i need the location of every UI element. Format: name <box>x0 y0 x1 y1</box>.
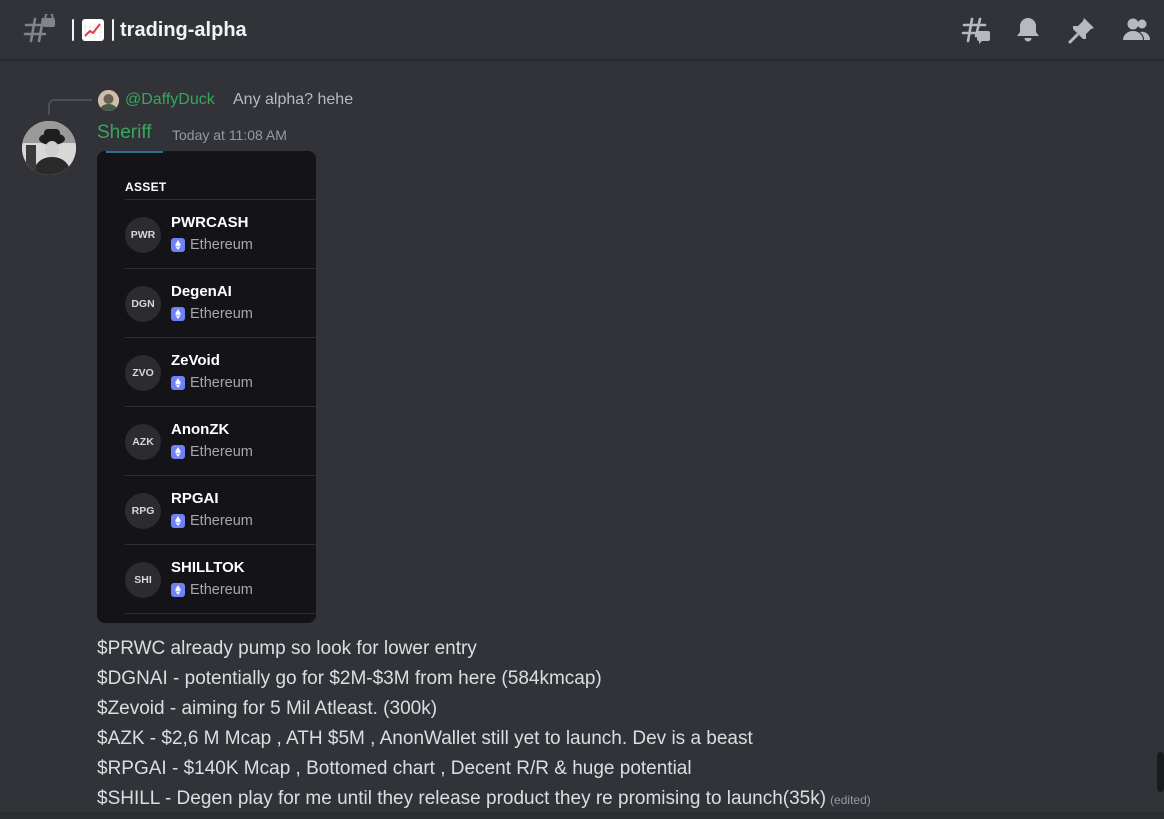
ethereum-icon <box>171 307 185 321</box>
hashtag-lock-icon <box>23 14 55 43</box>
asset-name: ZeVoid <box>171 352 220 369</box>
message-line: $PRWC already pump so look for lower ent… <box>97 638 477 659</box>
message-line: $Zevoid - aiming for 5 Mil Atleast. (300… <box>97 698 438 719</box>
title-divider <box>112 19 114 41</box>
asset-chain: Ethereum <box>171 306 253 322</box>
message-line: $RPGAI - $140K Mcap , Bottomed chart , D… <box>97 758 692 779</box>
asset-row: AZK AnonZK Ethereum <box>125 407 316 476</box>
bell-icon[interactable] <box>1012 14 1044 46</box>
channel-header: trading-alpha <box>0 0 1164 60</box>
edited-label: (edited) <box>830 793 871 807</box>
message-line: $DGNAI - potentially go for $2M-$3M from… <box>97 668 602 689</box>
chart-increasing-emoji <box>82 19 104 41</box>
asset-name: AnonZK <box>171 421 230 438</box>
asset-row: RPG RPGAI Ethereum <box>125 476 316 545</box>
message-line-text: $SHILL - Degen play for me until they re… <box>97 788 827 809</box>
ethereum-icon <box>171 376 185 390</box>
members-icon[interactable] <box>1120 14 1152 46</box>
asset-logo: SHI <box>125 562 161 598</box>
asset-logo: PWR <box>125 217 161 253</box>
message-timestamp: Today at 11:08 AM <box>172 127 287 143</box>
title-divider <box>72 19 74 41</box>
chain-label: Ethereum <box>190 375 253 391</box>
reply-author-mention[interactable]: @DaffyDuck <box>125 91 215 109</box>
chain-label: Ethereum <box>190 582 253 598</box>
asset-row: PWR PWRCASH Ethereum <box>125 200 316 269</box>
ethereum-icon <box>171 583 185 597</box>
asset-column-header: ASSET <box>125 180 167 194</box>
ethereum-icon <box>171 445 185 459</box>
ethereum-icon <box>171 514 185 528</box>
chain-label: Ethereum <box>190 513 253 529</box>
message-line: $AZK - $2,6 M Mcap , ATH $5M , AnonWalle… <box>97 728 753 749</box>
asset-row: ZVO ZeVoid Ethereum <box>125 338 316 407</box>
asset-name: SHILLTOK <box>171 559 245 576</box>
asset-chain: Ethereum <box>171 237 253 253</box>
channel-name: trading-alpha <box>120 18 247 41</box>
message-content: $PRWC already pump so look for lower ent… <box>97 634 871 815</box>
message-author[interactable]: Sheriff <box>97 122 152 144</box>
asset-name: DegenAI <box>171 283 232 300</box>
composer-edge <box>0 812 1164 819</box>
asset-logo: ZVO <box>125 355 161 391</box>
chain-label: Ethereum <box>190 306 253 322</box>
asset-name: PWRCASH <box>171 214 249 231</box>
ethereum-icon <box>171 238 185 252</box>
asset-name: RPGAI <box>171 490 219 507</box>
pin-icon[interactable] <box>1066 14 1098 46</box>
reply-avatar[interactable] <box>98 90 119 111</box>
avatar[interactable] <box>22 121 76 175</box>
reply-spine <box>48 99 92 115</box>
asset-chain: Ethereum <box>171 513 253 529</box>
asset-chain: Ethereum <box>171 582 253 598</box>
embed-accent-line <box>106 151 163 153</box>
threads-icon[interactable] <box>960 14 992 46</box>
scrollbar-thumb[interactable] <box>1157 752 1164 792</box>
asset-logo: RPG <box>125 493 161 529</box>
asset-logo: AZK <box>125 424 161 460</box>
chain-label: Ethereum <box>190 237 253 253</box>
channel-title: trading-alpha <box>72 16 247 44</box>
asset-chain: Ethereum <box>171 444 253 460</box>
asset-logo: DGN <box>125 286 161 322</box>
asset-row: SHI SHILLTOK Ethereum <box>125 545 316 614</box>
chain-label: Ethereum <box>190 444 253 460</box>
embedded-image[interactable]: ASSET PWR PWRCASH Ethereum DGN DegenAI E… <box>97 151 316 623</box>
message-line-last: $SHILL - Degen play for me until they re… <box>97 784 871 815</box>
asset-chain: Ethereum <box>171 375 253 391</box>
divider <box>125 613 316 614</box>
asset-row: DGN DegenAI Ethereum <box>125 269 316 338</box>
reply-preview-text[interactable]: Any alpha? hehe <box>233 91 353 109</box>
